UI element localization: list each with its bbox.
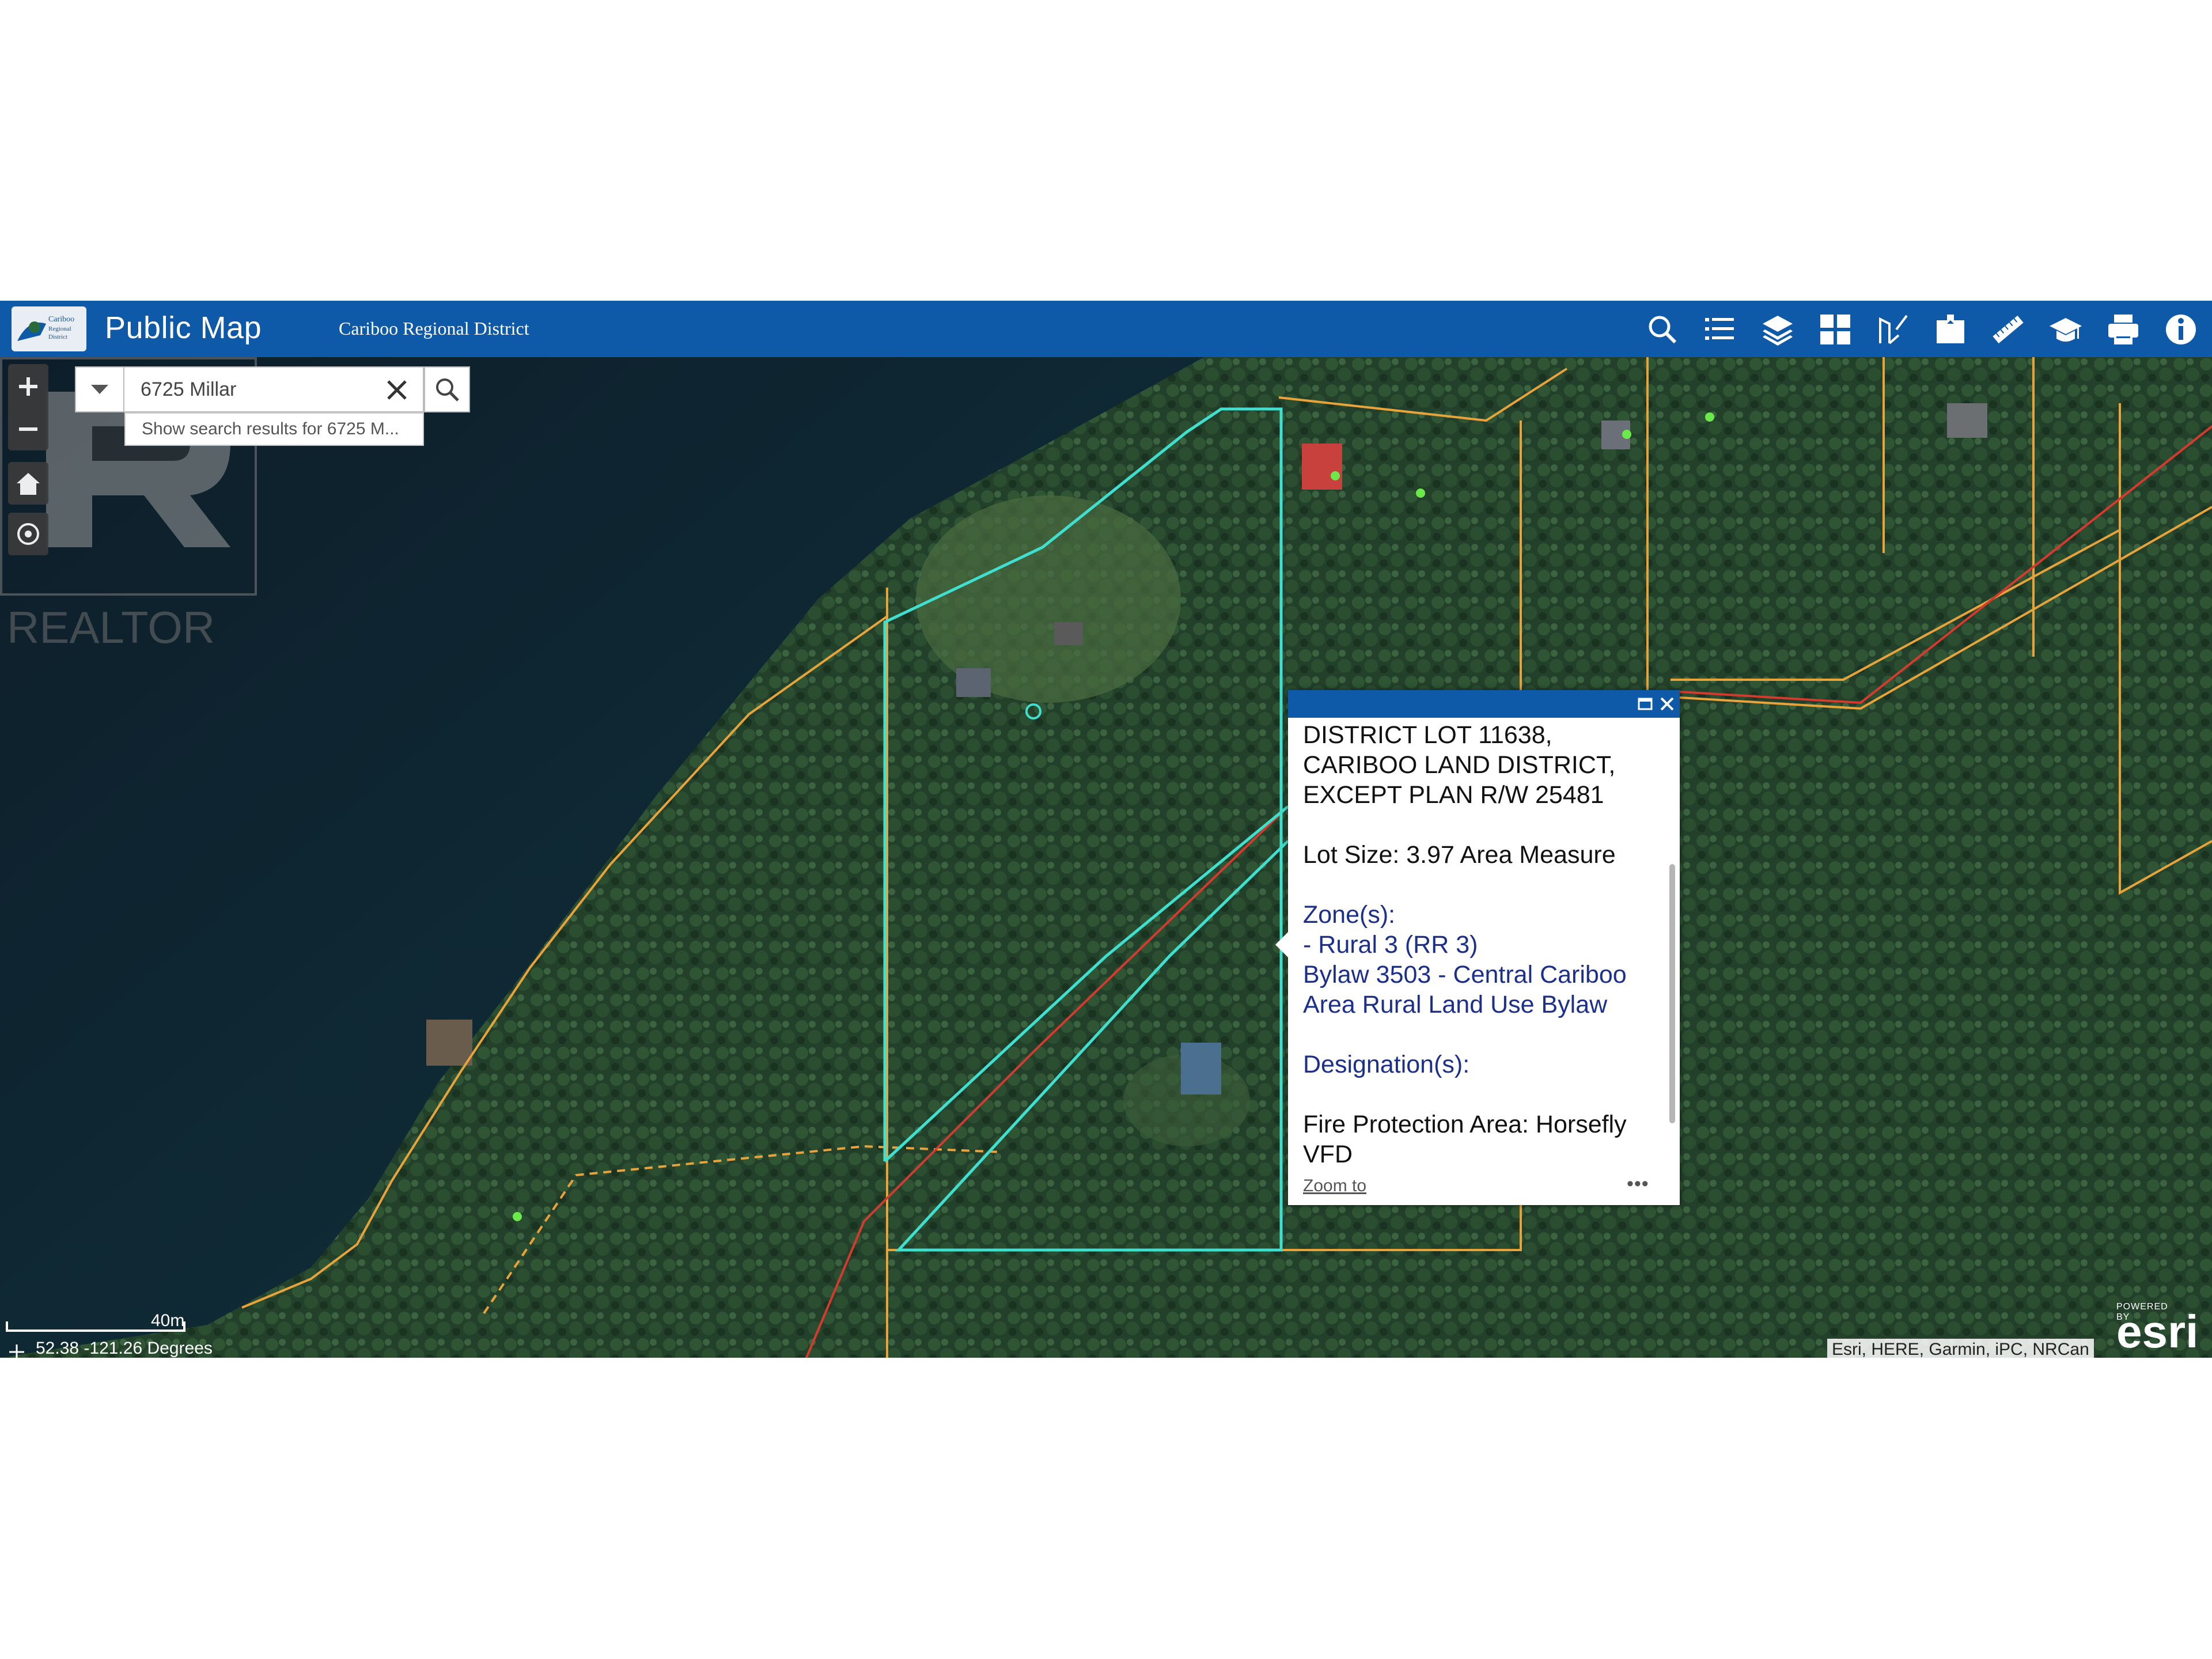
designations-heading: Designation(s): [1303,1051,1470,1078]
org-logo: Cariboo Regional District [12,306,86,351]
map-view[interactable]: REALTOR 6725 Millar Show search results … [0,357,2212,1358]
parcel-popup: DISTRICT LOT 11638, CARIBOO LAND DISTRIC… [1275,690,1680,1205]
search-icon[interactable] [1645,312,1680,347]
chevron-down-icon [91,385,108,394]
locate-icon [17,523,39,545]
layers-icon[interactable] [1760,312,1795,347]
zones-heading: Zone(s): [1303,901,1396,929]
basemap-grid-icon[interactable] [1818,312,1853,347]
print-icon[interactable] [2106,312,2141,347]
clear-search-button[interactable] [384,377,410,403]
home-button[interactable] [8,462,48,505]
popup-pointer [1275,932,1288,957]
education-icon[interactable] [2048,312,2083,347]
bookmark-icon[interactable] [1933,312,1968,347]
scale-label: 40m [151,1311,185,1330]
zoom-out-button[interactable] [8,409,48,449]
app-title: Public Map [105,310,262,345]
close-icon [387,380,407,400]
map-application: Cariboo Regional District Public Map Car… [0,301,2212,1358]
popup-content: DISTRICT LOT 11638, CARIBOO LAND DISTRIC… [1303,720,1660,1169]
zone-line: Bylaw 3503 - Central Cariboo [1303,961,1627,988]
search-icon [436,378,459,402]
draw-icon[interactable] [1876,312,1910,347]
zone-line: - Rural 3 (RR 3) [1303,931,1478,959]
legal-line: DISTRICT LOT 11638, [1303,721,1552,749]
list-icon[interactable] [1703,312,1737,347]
search-button[interactable] [424,366,470,412]
popup-titlebar [1288,690,1680,718]
measure-icon[interactable] [1991,312,2025,347]
coordinate-readout: 52.38 -121.26 Degrees [36,1339,213,1358]
zoom-controls [8,364,48,450]
satellite-imagery [0,357,2212,1358]
app-header: Cariboo Regional District Public Map Car… [0,301,2212,357]
minus-icon [19,427,37,431]
crosshair-icon [9,1344,24,1358]
svg-text:District: District [48,334,67,340]
watermark-text: REALTOR [7,602,215,653]
more-options-button[interactable]: ••• [1627,1173,1649,1195]
search-input[interactable] [124,366,424,412]
locate-button[interactable] [8,513,48,555]
search-source-dropdown[interactable] [75,366,124,412]
map-attribution: Esri, HERE, Garmin, iPC, NRCan [1827,1339,2094,1358]
org-name: Cariboo Regional District [339,318,529,339]
fire-protection: Fire Protection Area: Horsefly [1303,1111,1627,1138]
info-icon[interactable] [2164,312,2198,347]
plus-icon [19,377,37,396]
home-icon [17,473,40,495]
svg-text:Regional: Regional [48,325,71,332]
svg-text:Cariboo: Cariboo [48,315,74,324]
maximize-icon[interactable] [1637,696,1653,712]
zone-line: Area Rural Land Use Bylaw [1303,991,1608,1018]
lot-size: Lot Size: 3.97 Area Measure [1303,841,1616,869]
legal-line: EXCEPT PLAN R/W 25481 [1303,781,1604,809]
close-icon[interactable] [1659,696,1675,712]
search-suggestion[interactable]: Show search results for 6725 M... [124,412,424,446]
zoom-in-button[interactable] [8,366,48,407]
esri-wordmark: esri [2116,1306,2199,1357]
fire-protection: VFD [1303,1141,1353,1168]
legal-line: CARIBOO LAND DISTRICT, [1303,751,1616,779]
zoom-to-link[interactable]: Zoom to [1303,1176,1366,1196]
popup-scrollbar[interactable] [1669,864,1675,1123]
